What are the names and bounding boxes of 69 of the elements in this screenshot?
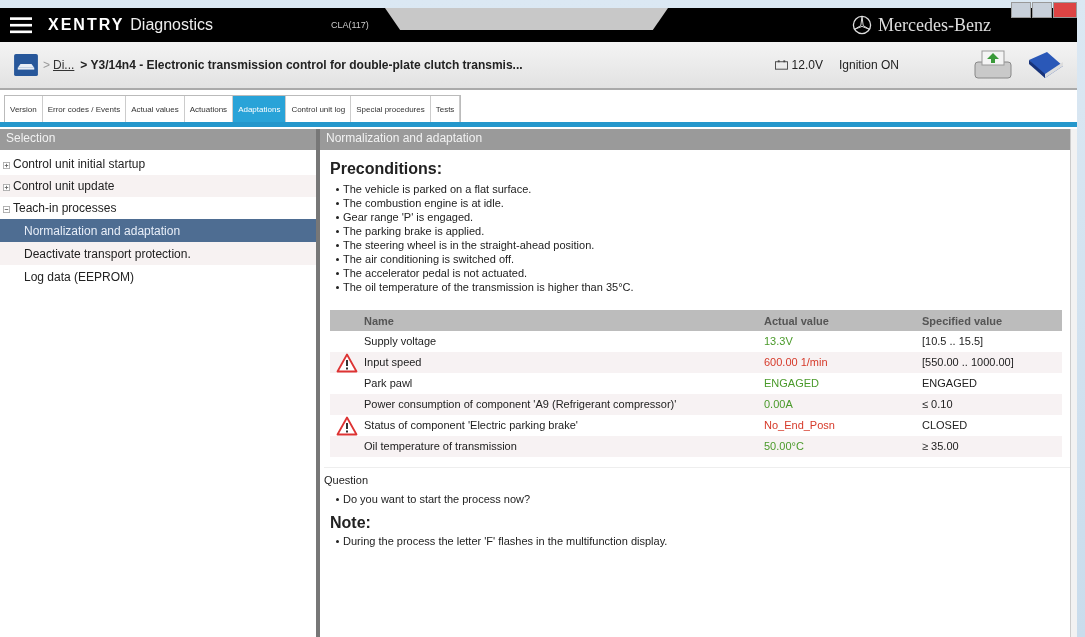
menu-icon[interactable]: [10, 16, 32, 34]
tree-item[interactable]: Normalization and adaptation: [0, 219, 316, 242]
table-cell-text: Input speed: [364, 355, 423, 370]
section-label: Question: [324, 467, 1070, 486]
app-brand: XENTRY: [48, 16, 125, 34]
list-text: The oil temperature of the transmission is higher than 35°C.: [343, 281, 634, 293]
bullet-icon: [336, 201, 339, 205]
app-title: Diagnostics: [130, 16, 213, 34]
table-cell-text: [10.5 .. 15.5]: [922, 334, 985, 349]
voltage-reading: 12.0V: [791, 58, 823, 72]
table-cell-text: No_End_Posn: [764, 418, 836, 433]
tree-item[interactable]: Control unit initial startup: [13, 157, 146, 171]
expand-icon[interactable]: [3, 162, 10, 169]
bullet-icon: [336, 243, 339, 247]
list-text: The combustion engine is at idle.: [343, 197, 504, 209]
table-cell-text: 50.00°C: [764, 439, 805, 454]
table-cell-text: Power consumption of component 'A9 (Refrigerant compressor)': [364, 397, 678, 412]
table-cell-text: Oil temperature of transmission: [364, 439, 518, 454]
list-text: Gear range 'P' is engaged.: [343, 211, 474, 223]
table-cell-text: CLOSED: [922, 418, 969, 433]
table-cell-text: ≥ 35.00: [922, 439, 960, 454]
table-cell-text: [550.00 .. 1000.00]: [922, 355, 1015, 370]
list-text: The steering wheel is in the straight-ahead position.: [343, 239, 595, 251]
list-text: The accelerator pedal is not actuated.: [343, 267, 528, 279]
bullet-icon: [336, 539, 339, 543]
battery-icon: [774, 60, 788, 70]
list-text: Do you want to start the process now?: [343, 493, 531, 505]
table-cell-text: ENGAGED: [922, 376, 978, 391]
bullet-icon: [336, 215, 339, 219]
breadcrumb-path: > Y3/14n4 - Electronic transmission control for double-plate clutch transmis...: [80, 58, 523, 72]
tree-item[interactable]: Log data (EEPROM): [0, 265, 316, 288]
table-cell-text: 600.00 1/min: [764, 355, 829, 370]
column-header: Name: [364, 314, 395, 327]
breadcrumb-separator: >: [43, 58, 50, 72]
bullet-icon: [336, 271, 339, 275]
table-cell-text: ≤ 0.10: [922, 397, 954, 412]
table-cell-text: Supply voltage: [364, 334, 438, 349]
expand-icon[interactable]: [3, 184, 10, 191]
table-cell-text: ENGAGED: [764, 376, 820, 391]
printer-icon[interactable]: [973, 48, 1013, 82]
table-cell-text: Park pawl: [364, 376, 414, 391]
section-heading: Preconditions:: [330, 160, 443, 178]
table-cell-text: Status of component 'Electric parking brake': [364, 418, 579, 433]
tree-item[interactable]: Teach-in processes: [13, 201, 117, 215]
table-cell-text: 0.00A: [764, 397, 794, 412]
ignition-status: Ignition ON: [838, 58, 899, 72]
list-text: The air conditioning is switched off.: [343, 253, 514, 265]
star-logo-icon: [852, 15, 873, 35]
panel-header: Normalization and adaptation: [320, 129, 1070, 150]
list-text: The vehicle is parked on a flat surface.: [343, 183, 532, 195]
bullet-icon: [336, 229, 339, 233]
vehicle-label: CLA(117): [331, 20, 369, 30]
scrollbar[interactable]: [1070, 129, 1077, 637]
maker-name: Mercedes-Benz: [878, 14, 991, 36]
panel-header: Selection: [0, 129, 316, 150]
bullet-icon: [336, 285, 339, 289]
column-header: Actual value: [764, 314, 830, 327]
breadcrumb-link[interactable]: Di...: [53, 58, 75, 72]
bullet-icon: [336, 257, 339, 261]
section-heading: Note:: [330, 514, 372, 532]
column-header: Specified value: [922, 314, 1004, 327]
list-text: The parking brake is applied.: [343, 225, 485, 237]
bullet-icon: [336, 497, 339, 501]
list-text: During the process the letter 'F' flashes in the multifunction display.: [343, 535, 668, 547]
car-icon[interactable]: [14, 54, 38, 76]
collapse-icon[interactable]: [3, 206, 10, 213]
tree-item[interactable]: Deactivate transport protection.: [0, 242, 316, 265]
bullet-icon: [336, 187, 339, 191]
table-cell-text: 13.3V: [764, 334, 794, 349]
